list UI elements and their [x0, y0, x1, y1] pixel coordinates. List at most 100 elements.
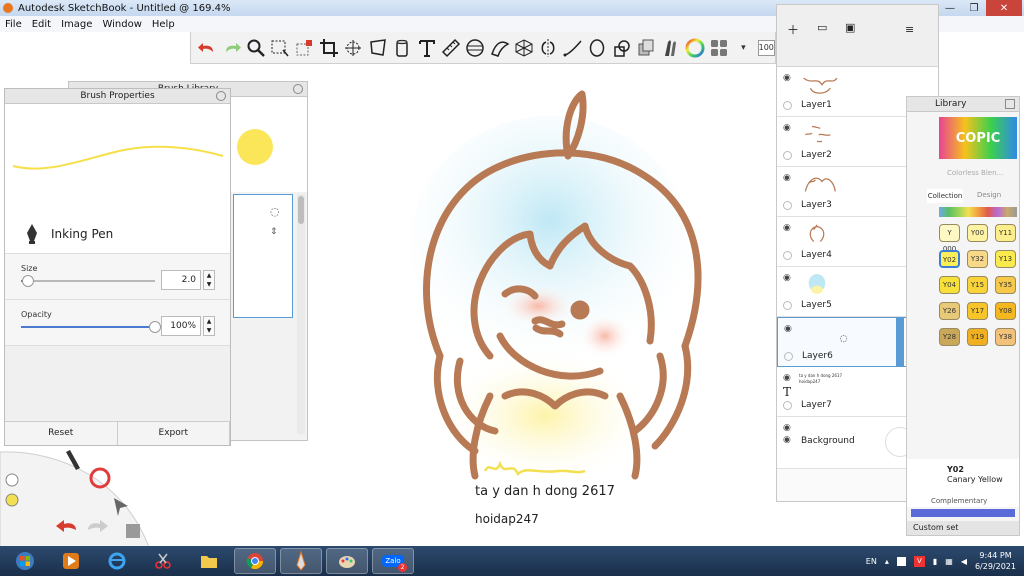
menu-file[interactable]: File: [0, 19, 27, 30]
layer-lock-toggle[interactable]: [784, 352, 793, 361]
grid-icon[interactable]: [709, 35, 729, 61]
french-curve-icon[interactable]: [490, 35, 510, 61]
maximize-button[interactable]: ❐: [962, 0, 986, 16]
paint-icon[interactable]: [326, 548, 368, 574]
size-slider[interactable]: [21, 275, 155, 287]
visibility-eye-icon[interactable]: ◉: [783, 435, 791, 445]
copic-swatch[interactable]: Y04: [939, 276, 960, 294]
colorless-blender[interactable]: Colorless Blen...: [947, 169, 1003, 177]
current-color-icon[interactable]: [5, 493, 19, 507]
custom-set-label[interactable]: Custom set: [907, 521, 1019, 535]
visibility-eye-icon[interactable]: ◉: [783, 223, 791, 233]
copic-swatch[interactable]: Y 000: [939, 224, 960, 253]
drawing-canvas[interactable]: ta y dan h dong 2617 hoidap247: [300, 66, 776, 544]
copic-close-icon[interactable]: [1005, 99, 1015, 109]
language-indicator[interactable]: EN: [866, 557, 877, 566]
copic-swatch[interactable]: Y11: [995, 224, 1016, 242]
clock[interactable]: 9:44 PM 6/29/2021: [975, 550, 1016, 572]
perspective-icon[interactable]: [514, 35, 534, 61]
copic-swatch[interactable]: Y35: [995, 276, 1016, 294]
layer-menu-icon[interactable]: ≡: [905, 23, 914, 36]
opacity-readout[interactable]: 100: [757, 39, 775, 56]
copic-swatch[interactable]: Y00: [967, 224, 988, 242]
brush-library-close-icon[interactable]: [293, 84, 303, 94]
visibility-eye-icon[interactable]: ◉: [783, 273, 791, 283]
zoom-icon[interactable]: [246, 35, 266, 61]
media-player-icon[interactable]: [50, 548, 92, 574]
menu-image[interactable]: Image: [56, 19, 97, 30]
visibility-eye-icon[interactable]: ◉: [783, 423, 791, 433]
distort-icon[interactable]: [368, 35, 388, 61]
size-stepper[interactable]: ▲ ▼: [203, 270, 215, 290]
brush-name-row[interactable]: Inking Pen: [5, 214, 230, 254]
copic-swatch[interactable]: Y17: [967, 302, 988, 320]
complementary-bar[interactable]: [911, 509, 1015, 517]
visibility-eye-icon[interactable]: ◉: [783, 123, 791, 133]
design-tab[interactable]: Design: [977, 191, 1001, 199]
ellipse-icon[interactable]: [587, 35, 607, 61]
brush-library-scrollbar[interactable]: [297, 194, 305, 434]
layer-lock-toggle[interactable]: [783, 101, 792, 110]
copy-layer-icon[interactable]: [126, 524, 140, 538]
copic-swatch[interactable]: Y19: [967, 328, 988, 346]
copic-swatch[interactable]: Y38: [995, 328, 1016, 346]
stroke-icon[interactable]: [563, 35, 583, 61]
zalo-icon[interactable]: Zalo 2: [372, 548, 414, 574]
opacity-value[interactable]: 100%: [161, 316, 201, 336]
layer-lock-toggle[interactable]: [783, 301, 792, 310]
dropdown-chevron-icon[interactable]: ▾: [733, 35, 753, 61]
layer-lock-toggle[interactable]: [783, 401, 792, 410]
redo-icon[interactable]: [221, 35, 241, 61]
tray-arrow-icon[interactable]: ▴: [885, 557, 889, 566]
color-family-strip[interactable]: [939, 207, 1017, 217]
sketchbook-icon[interactable]: [280, 548, 322, 574]
color-wheel-icon[interactable]: [685, 35, 705, 61]
undo-icon[interactable]: [197, 35, 217, 61]
copy-icon[interactable]: [636, 35, 656, 61]
text-icon[interactable]: [416, 35, 436, 61]
shape-icon[interactable]: [611, 35, 631, 61]
copic-swatch[interactable]: Y15: [967, 276, 988, 294]
visibility-eye-icon[interactable]: ◉: [783, 73, 791, 83]
copic-swatch[interactable]: Y02: [939, 250, 960, 268]
copic-swatch[interactable]: Y32: [967, 250, 988, 268]
windows-start-icon[interactable]: [4, 548, 46, 574]
vivaldi-icon[interactable]: V: [913, 555, 925, 567]
volume-icon[interactable]: ◀: [961, 557, 967, 566]
copic-swatch[interactable]: Y26: [939, 302, 960, 320]
power-icon[interactable]: ▮: [933, 557, 937, 566]
transform-icon[interactable]: [343, 35, 363, 61]
add-layer-icon[interactable]: ＋: [787, 21, 799, 38]
size-slider-knob[interactable]: [21, 275, 34, 287]
symmetry-icon[interactable]: [538, 35, 558, 61]
reorder-icon[interactable]: ⇕: [270, 227, 278, 237]
menu-help[interactable]: Help: [147, 19, 180, 30]
tray-app-icon[interactable]: [896, 556, 906, 566]
brush-library-list[interactable]: ◌ ⇕: [233, 194, 293, 318]
menu-edit[interactable]: Edit: [27, 19, 56, 30]
size-value[interactable]: 2.0: [161, 270, 201, 290]
layer-lock-toggle[interactable]: [783, 251, 792, 260]
visibility-eye-icon[interactable]: ◉: [783, 373, 791, 383]
opacity-stepper[interactable]: ▲ ▼: [203, 316, 215, 336]
select-icon[interactable]: [270, 35, 290, 61]
minimize-button[interactable]: —: [938, 0, 962, 16]
brush-tool-icon[interactable]: [5, 473, 19, 487]
ellipse-guide-icon[interactable]: [465, 35, 485, 61]
ie-icon[interactable]: [96, 548, 138, 574]
snipping-icon[interactable]: [142, 548, 184, 574]
opacity-slider[interactable]: [21, 321, 161, 333]
menu-window[interactable]: Window: [97, 19, 146, 30]
layer-lock-toggle[interactable]: [783, 201, 792, 210]
copic-swatch[interactable]: Y08: [995, 302, 1016, 320]
crop-icon[interactable]: [319, 35, 339, 61]
fill-icon[interactable]: [392, 35, 412, 61]
visibility-eye-icon[interactable]: ◉: [783, 173, 791, 183]
chrome-icon[interactable]: [234, 548, 276, 574]
folder-icon[interactable]: ▭: [817, 21, 827, 34]
brush-icon[interactable]: [660, 35, 680, 61]
ruler-icon[interactable]: [441, 35, 461, 61]
palette-tab[interactable]: Collection: [927, 189, 963, 203]
layer-lock-toggle[interactable]: [783, 151, 792, 160]
layer-image-icon[interactable]: ▣: [845, 21, 855, 34]
